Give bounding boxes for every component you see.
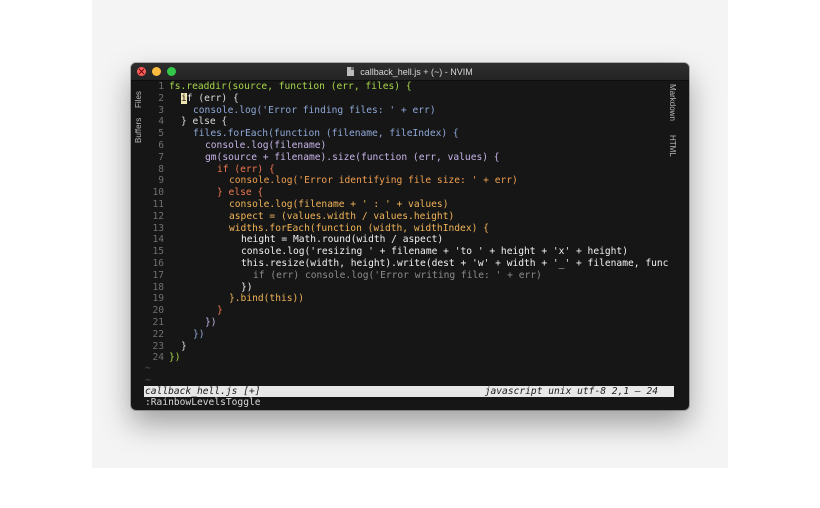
code-line[interactable]: 14 height = Math.round(width / aspect): [147, 234, 443, 246]
line-number: 11: [152, 199, 164, 210]
line-number: 13: [152, 222, 164, 234]
code-text: }: [181, 340, 187, 352]
command-line[interactable]: :RainbowLevelsToggle: [145, 397, 261, 409]
code-line[interactable]: 12 aspect = (values.width / values.height…: [147, 210, 454, 223]
code-line[interactable]: 7 gm(source + filename).size(function (er…: [147, 151, 499, 164]
code-line[interactable]: 6 console.log(filename): [147, 140, 326, 152]
code-line[interactable]: 9 console.log('Error identifying file siz…: [147, 175, 518, 187]
document-icon: [347, 67, 355, 76]
text-cursor: i: [181, 92, 187, 104]
code-text: if (err) {: [217, 163, 275, 175]
line-number: 21: [152, 317, 164, 328]
line-number: 23: [152, 340, 164, 352]
code-text: height = Math.round(width / aspect): [241, 234, 444, 246]
code-line[interactable]: 23}: [147, 340, 186, 353]
code-line[interactable]: 21}): [147, 317, 216, 329]
status-file: callback_hell.js [+]: [145, 386, 261, 397]
code-text: console.log(filename + ' : ' + values): [229, 199, 449, 210]
line-number: 19: [152, 293, 164, 305]
code-line[interactable]: 5 files.forEach(function (filename, fileI…: [147, 128, 458, 140]
line-number: 18: [152, 281, 164, 293]
side-tab-files[interactable]: Files: [134, 91, 143, 108]
nvim-window: callback_hell.js + (~) - NVIM Files Buff…: [131, 63, 689, 410]
line-number: 9: [158, 175, 164, 187]
window-title-group: callback_hell.js + (~) - NVIM: [131, 63, 689, 80]
code-line[interactable]: 17 if (err) console.log('Error writing fi…: [147, 269, 541, 282]
code-text: }): [205, 317, 217, 328]
code-text: }.bind(this)): [229, 293, 305, 305]
code-text: fs.readdir(source, function (err, files)…: [169, 81, 412, 92]
code-text: if (err) {: [181, 92, 239, 104]
code-text: }): [241, 281, 253, 293]
code-text: }): [193, 328, 205, 340]
code-line[interactable]: 15 console.log('resizing ' + filename + '…: [147, 246, 628, 258]
line-number: 17: [152, 269, 164, 281]
code-text: gm(source + filename).size(function (err…: [205, 151, 500, 163]
line-number: 14: [152, 234, 164, 246]
code-text: files.forEach(function (filename, fileIn…: [193, 128, 459, 140]
empty-line-marker: ~: [145, 375, 151, 386]
code-line[interactable]: 13 widths.forEach(function (width, widthI…: [147, 222, 488, 235]
line-number: 5: [158, 128, 164, 140]
code-text: this.resize(width, height).write(dest + …: [241, 258, 669, 269]
code-line[interactable]: 16 this.resize(width, height).write(dest …: [147, 258, 668, 270]
code-text: }: [217, 305, 223, 317]
window-title: callback_hell.js + (~) - NVIM: [360, 66, 473, 77]
code-line[interactable]: 20}: [147, 305, 222, 317]
code-text: aspect = (values.width / values.height): [229, 210, 455, 222]
code-line[interactable]: 2 if (err) {: [147, 92, 239, 105]
line-number: 8: [158, 163, 164, 175]
code-text: }): [169, 352, 181, 364]
code-line[interactable]: 4 } else {: [147, 116, 227, 128]
line-number: 1: [158, 81, 164, 92]
line-number: 6: [158, 140, 164, 151]
line-number: 16: [152, 258, 164, 269]
code-line[interactable]: 11 console.log(filename + ' : ' + values): [147, 199, 448, 211]
line-number: 10: [152, 187, 164, 199]
code-text: widths.forEach(function (width, widthInd…: [229, 222, 489, 234]
code-text: console.log(filename): [205, 140, 327, 151]
code-text: console.log('Error identifying file size…: [229, 175, 518, 187]
line-number: 4: [158, 116, 164, 128]
code-text: console.log('resizing ' + filename + 'to…: [241, 246, 628, 258]
line-number: 22: [152, 328, 164, 340]
code-text: if (err) console.log('Error writing file…: [253, 269, 542, 281]
line-number: 7: [158, 151, 164, 163]
status-line: callback_hell.js [+] javascript unix utf…: [144, 386, 674, 397]
line-number: 12: [152, 210, 164, 222]
line-number: 2: [158, 92, 164, 104]
code-line[interactable]: 3 console.log('Error finding files: ' + e…: [147, 104, 435, 117]
code-line[interactable]: 10 } else {: [147, 187, 263, 199]
code-editor[interactable]: 1 fs.readdir(source, function (err, files…: [147, 80, 673, 385]
code-line[interactable]: 22}): [147, 328, 204, 341]
code-line[interactable]: 1 fs.readdir(source, function (err, files…: [147, 81, 411, 93]
side-tab-buffers[interactable]: Buffers: [134, 118, 143, 143]
status-info: javascript unix utf-8 2,1 – 24: [484, 386, 658, 397]
line-number: 20: [152, 305, 164, 317]
code-line[interactable]: 18}): [147, 281, 252, 294]
empty-line-marker: ~: [145, 363, 151, 374]
line-number: 15: [152, 246, 164, 258]
line-number: 3: [158, 104, 164, 116]
code-text: console.log('Error finding files: ' + er…: [193, 104, 436, 116]
title-bar[interactable]: callback_hell.js + (~) - NVIM: [131, 63, 689, 81]
code-text: } else {: [217, 187, 264, 199]
code-line[interactable]: 19 }.bind(this)): [147, 293, 304, 305]
code-line[interactable]: 8 if (err) {: [147, 163, 275, 176]
code-text: } else {: [181, 116, 228, 128]
